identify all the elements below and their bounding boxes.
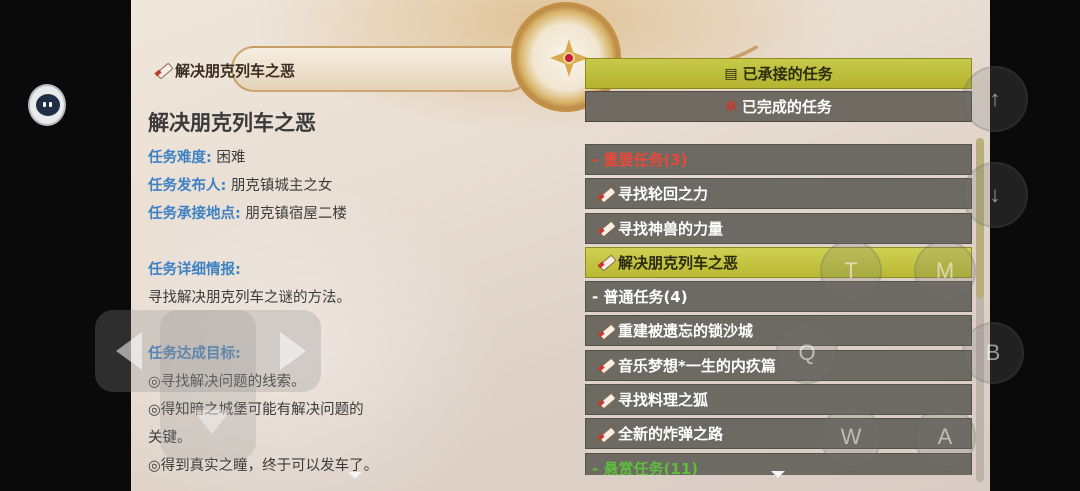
assistant-avatar-button[interactable] — [28, 84, 66, 126]
list-scroll-down-icon[interactable] — [771, 471, 785, 478]
a-button-label: A — [937, 424, 953, 449]
scroll-icon — [598, 220, 614, 236]
w-button-label: W — [840, 424, 862, 449]
quest-item-label: 寻找轮回之力 — [618, 185, 709, 204]
quest-item-label: 重建被遗忘的锁沙城 — [618, 322, 754, 341]
b-button-label: B — [985, 340, 1001, 365]
difficulty-value: 困难 — [216, 150, 246, 166]
overlay-t-button[interactable]: T — [820, 240, 882, 302]
difficulty-label: 任务难度: — [148, 150, 212, 166]
category-label: - 悬赏任务(11) — [592, 459, 699, 475]
location-label: 任务承接地点: — [148, 206, 241, 222]
m-button-label: M — [935, 258, 955, 283]
overlay-a-button[interactable]: A — [914, 406, 976, 468]
giver-label: 任务发布人: — [148, 178, 227, 194]
scroll-icon — [598, 357, 614, 373]
quest-list: - 重要任务(3) 寻找轮回之力 寻找神兽的力量 解决朋克列车之恶 - 普通任务… — [585, 144, 972, 475]
location-value: 朋克镇宿屋二楼 — [245, 206, 347, 222]
book-icon: ▤ — [724, 65, 738, 82]
difficulty-line: 任务难度: 困难 — [148, 146, 245, 167]
scroll-icon — [598, 323, 614, 339]
tab-accepted-label: 已承接的任务 — [742, 65, 833, 83]
scroll-icon — [598, 186, 614, 202]
quest-item-label: 音乐梦想*一生的内疚篇 — [618, 356, 776, 375]
up-arrow-icon: ↑ — [989, 86, 1001, 111]
quest-item-label: 解决朋克列车之恶 — [618, 253, 739, 272]
quest-item-label: 寻找料理之狐 — [618, 391, 709, 410]
overlay-w-button[interactable]: W — [820, 406, 882, 468]
quest-item[interactable]: 寻找轮回之力 — [585, 178, 972, 210]
tab-completed-label: 已完成的任务 — [741, 98, 832, 116]
quest-title: 解决朋克列车之恶 — [148, 111, 316, 135]
category-normal[interactable]: - 普通任务(4) — [585, 281, 972, 313]
overlay-b-button[interactable]: B — [962, 322, 1024, 384]
scroll-icon — [598, 254, 614, 270]
dpad-right-arrow-icon[interactable] — [280, 332, 306, 370]
category-label: - 普通任务(4) — [592, 288, 688, 307]
location-line: 任务承接地点: 朋克镇宿屋二楼 — [148, 202, 347, 223]
details-label: 任务详细情报: — [148, 262, 241, 278]
quest-item-label: 寻找神兽的力量 — [618, 219, 724, 238]
scroll-icon — [155, 62, 171, 78]
seal-icon: ❁ — [725, 98, 737, 115]
banner-title: 解决朋克列车之恶 — [155, 60, 295, 81]
overlay-up-button[interactable]: ↑ — [962, 66, 1028, 132]
scroll-icon — [598, 392, 614, 408]
overlay-m-button[interactable]: M — [914, 240, 976, 302]
details-text: 寻找解决朋克列车之谜的方法。 — [148, 290, 351, 306]
overlay-q-button[interactable]: Q — [776, 322, 838, 384]
t-button-label: T — [844, 258, 858, 283]
quest-item[interactable]: 寻找料理之狐 — [585, 384, 972, 416]
red-gem — [563, 52, 575, 64]
robot-face-icon — [36, 94, 60, 116]
down-arrow-icon: ↓ — [989, 182, 1001, 207]
quest-item[interactable]: 寻找神兽的力量 — [585, 212, 972, 244]
details-heading: 任务详细情报: — [148, 258, 241, 279]
tab-completed-quests[interactable]: ❁ 已完成的任务 — [585, 91, 972, 122]
scroll-icon — [598, 426, 614, 442]
quest-item-label: 全新的炸弹之路 — [618, 425, 724, 444]
category-label: - 重要任务(3) — [592, 151, 688, 169]
q-button-label: Q — [798, 340, 816, 365]
tab-accepted-quests[interactable]: ▤ 已承接的任务 — [585, 58, 972, 89]
giver-line: 任务发布人: 朋克镇城主之女 — [148, 174, 332, 195]
dpad-left-arrow-icon[interactable] — [116, 332, 142, 370]
screen: 解决朋克列车之恶 解决朋克列车之恶 任务难度: 困难 任务发布人: 朋克镇城主之… — [0, 0, 1080, 491]
details-scroll-down-icon[interactable] — [348, 472, 362, 479]
giver-value: 朋克镇城主之女 — [230, 178, 333, 194]
banner-title-text: 解决朋克列车之恶 — [175, 62, 296, 80]
category-important[interactable]: - 重要任务(3) — [585, 144, 972, 175]
overlay-down-button[interactable]: ↓ — [962, 162, 1028, 228]
dpad-down-arrow-icon[interactable] — [193, 410, 231, 434]
